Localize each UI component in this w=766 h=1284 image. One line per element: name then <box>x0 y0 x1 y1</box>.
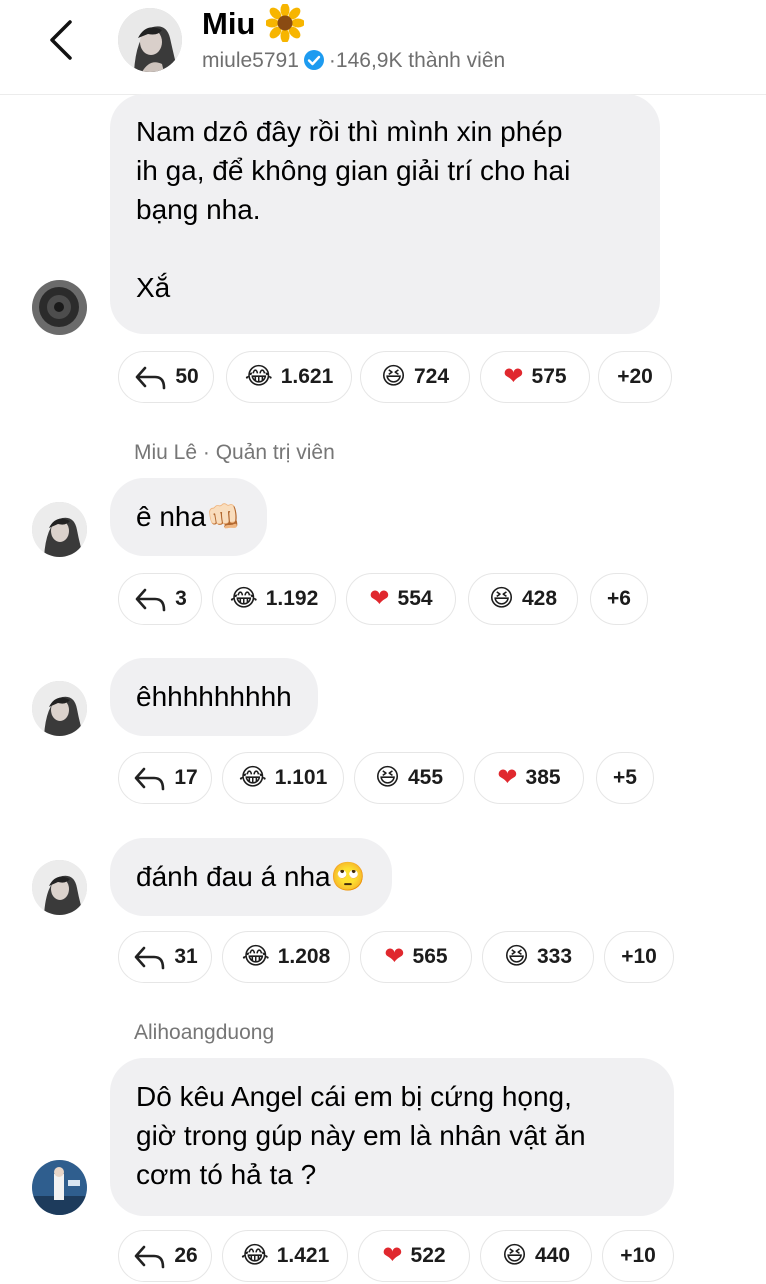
avatar-photo <box>32 280 87 335</box>
reply-count: 3 <box>175 587 187 610</box>
chat-header: Miu miule5791 ·146,9K thành viên <box>0 0 766 95</box>
grin-squint-emoji-icon: 😆 <box>488 585 514 612</box>
more-reactions-count: +10 <box>621 945 657 968</box>
more-reactions-count: +10 <box>620 1244 656 1267</box>
separator-dot: · <box>328 49 336 72</box>
reaction-heart[interactable]: ❤ 565 <box>360 931 472 983</box>
sender-avatar[interactable] <box>32 1160 87 1215</box>
reply-arrow-icon <box>135 588 166 612</box>
group-subtitle: miule5791 ·146,9K thành viên <box>202 48 505 74</box>
reaction-count: 565 <box>412 945 448 968</box>
reaction-count: 385 <box>525 766 561 789</box>
reply-count-button[interactable]: 3 <box>118 573 202 625</box>
reply-arrow-icon <box>135 767 165 791</box>
heart-emoji-icon: ❤ <box>369 585 390 612</box>
reaction-heart[interactable]: ❤ 522 <box>358 1230 470 1282</box>
heart-emoji-icon: ❤ <box>382 1242 403 1269</box>
reply-arrow-icon <box>135 946 165 970</box>
reaction-count: 455 <box>407 766 444 789</box>
reaction-count: 575 <box>531 365 567 388</box>
reaction-grin-squint[interactable]: 😆 333 <box>482 931 594 983</box>
reaction-count: 1.421 <box>276 1244 330 1267</box>
message-bubble[interactable]: đánh đau á nha🙄 <box>110 838 392 916</box>
avatar-photo <box>118 8 182 72</box>
sender-avatar[interactable] <box>32 860 87 915</box>
laugh-cry-emoji-icon: 😂 <box>238 764 267 791</box>
reaction-laugh-cry[interactable]: 😂 1.621 <box>226 351 352 403</box>
reaction-grin-squint[interactable]: 😆 724 <box>360 351 470 403</box>
verified-badge-icon <box>303 50 324 70</box>
reaction-grin-squint[interactable]: 😆 455 <box>354 752 464 804</box>
reply-arrow-icon <box>136 366 166 390</box>
reaction-count: 333 <box>536 945 573 968</box>
grin-squint-emoji-icon: 😆 <box>501 1242 527 1269</box>
reaction-laugh-cry[interactable]: 😂 1.101 <box>222 752 344 804</box>
reaction-count: 522 <box>410 1244 446 1267</box>
more-reactions-button[interactable]: +10 <box>604 931 674 983</box>
reply-count-button[interactable]: 31 <box>118 931 212 983</box>
group-avatar[interactable] <box>118 8 182 72</box>
reaction-heart[interactable]: ❤ 554 <box>346 573 456 625</box>
reaction-count: 428 <box>521 587 558 610</box>
reaction-count: 440 <box>534 1244 571 1267</box>
heart-emoji-icon: ❤ <box>384 943 405 970</box>
reaction-heart[interactable]: ❤ 385 <box>474 752 584 804</box>
avatar-photo <box>32 502 87 557</box>
reaction-count: 1.101 <box>274 766 328 789</box>
reaction-grin-squint[interactable]: 😆 428 <box>468 573 578 625</box>
sunflower-icon <box>266 4 304 42</box>
avatar-photo <box>32 1160 87 1215</box>
reply-arrow-icon <box>135 1245 165 1269</box>
avatar-photo <box>32 681 87 736</box>
chevron-left-icon <box>50 20 72 60</box>
sender-avatar[interactable] <box>32 502 87 557</box>
grin-squint-emoji-icon: 😆 <box>380 363 406 390</box>
reaction-count: 1.208 <box>277 945 331 968</box>
laugh-cry-emoji-icon: 😂 <box>240 1242 269 1269</box>
more-reactions-button[interactable]: +20 <box>598 351 672 403</box>
heart-emoji-icon: ❤ <box>497 764 518 791</box>
laugh-cry-emoji-icon: 😂 <box>229 585 258 612</box>
group-name[interactable]: Miu <box>202 6 255 42</box>
sender-name: Miu Lê · Quản trị viên <box>134 441 335 464</box>
message-bubble[interactable]: êhhhhhhhhh <box>110 658 318 736</box>
reaction-count: 1.192 <box>265 587 319 610</box>
member-count: 146,9K thành viên <box>335 49 506 72</box>
more-reactions-count: +6 <box>607 587 631 610</box>
reply-count: 26 <box>174 1244 198 1267</box>
reaction-laugh-cry[interactable]: 😂 1.208 <box>222 931 350 983</box>
more-reactions-count: +5 <box>613 766 637 789</box>
message-bubble[interactable]: ê nha👊🏻 <box>110 478 267 556</box>
sender-avatar[interactable] <box>32 280 87 335</box>
group-username: miule5791 <box>202 49 299 72</box>
grin-squint-emoji-icon: 😆 <box>503 943 529 970</box>
sender-avatar[interactable] <box>32 681 87 736</box>
reaction-heart[interactable]: ❤ 575 <box>480 351 590 403</box>
reaction-count: 724 <box>413 365 450 388</box>
more-reactions-count: +20 <box>617 365 653 388</box>
reply-count: 31 <box>174 945 198 968</box>
reaction-count: 1.621 <box>280 365 334 388</box>
back-button[interactable] <box>42 18 82 62</box>
more-reactions-button[interactable]: +10 <box>602 1230 674 1282</box>
grin-squint-emoji-icon: 😆 <box>374 764 400 791</box>
reaction-laugh-cry[interactable]: 😂 1.192 <box>212 573 336 625</box>
reaction-count: 554 <box>397 587 433 610</box>
reply-count-button[interactable]: 26 <box>118 1230 212 1282</box>
reply-count-button[interactable]: 50 <box>118 351 214 403</box>
reply-count-button[interactable]: 17 <box>118 752 212 804</box>
laugh-cry-emoji-icon: 😂 <box>241 943 270 970</box>
message-bubble[interactable]: Nam dzô đây rồi thì mình xin phép ih ga,… <box>110 94 660 334</box>
laugh-cry-emoji-icon: 😂 <box>244 363 273 390</box>
heart-emoji-icon: ❤ <box>503 363 524 390</box>
more-reactions-button[interactable]: +5 <box>596 752 654 804</box>
message-bubble[interactable]: Dô kêu Angel cái em bị cứng họng, giờ tr… <box>110 1058 674 1216</box>
avatar-photo <box>32 860 87 915</box>
reply-count: 50 <box>175 365 199 388</box>
reaction-laugh-cry[interactable]: 😂 1.421 <box>222 1230 348 1282</box>
reaction-grin-squint[interactable]: 😆 440 <box>480 1230 592 1282</box>
more-reactions-button[interactable]: +6 <box>590 573 648 625</box>
reply-count: 17 <box>174 766 198 789</box>
sender-name: Alihoangduong <box>134 1021 275 1044</box>
